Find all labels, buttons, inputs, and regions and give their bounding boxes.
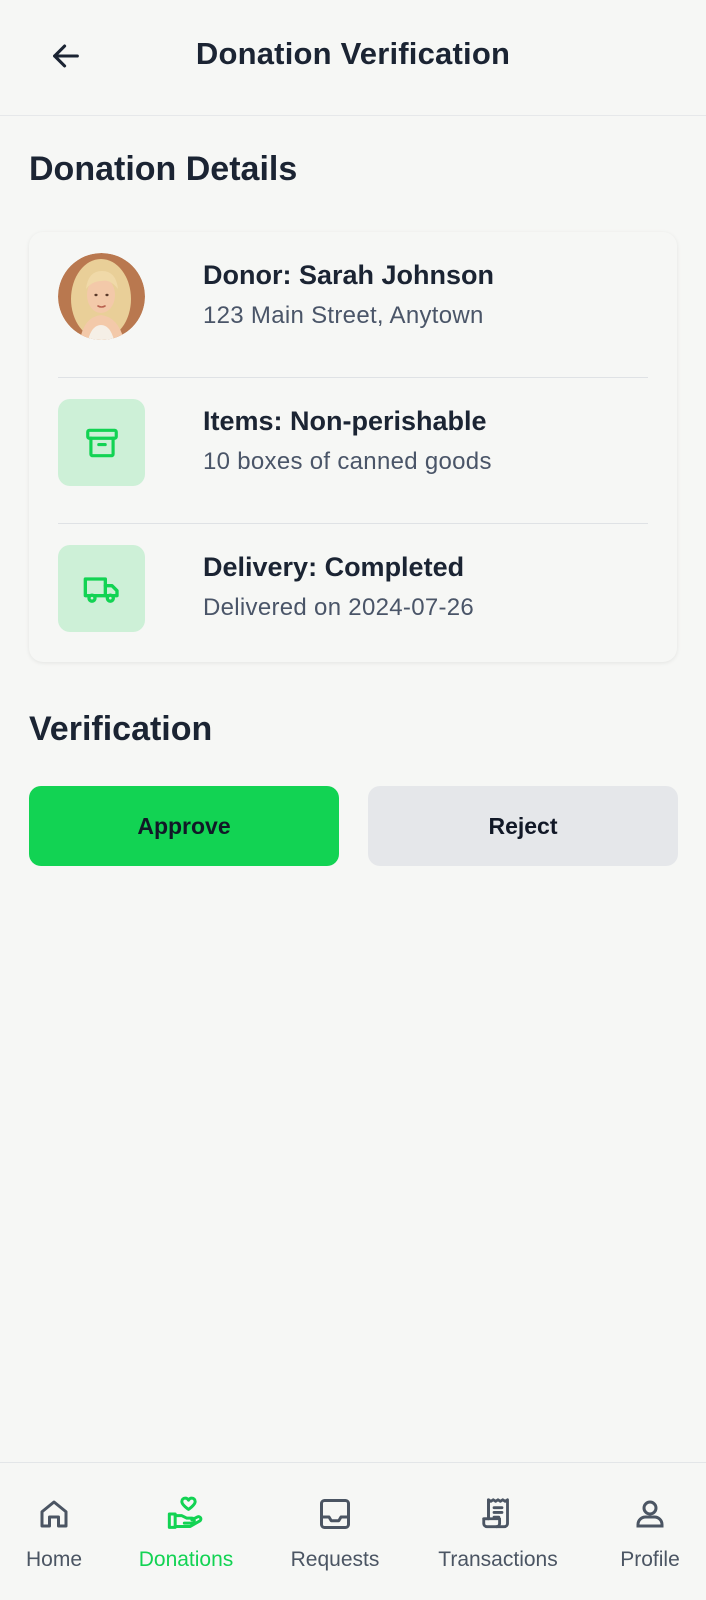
items-title: Items: Non-perishable [203,406,487,436]
items-row: Items: Non-perishable 10 boxes of canned… [58,378,648,524]
nav-item-requests[interactable]: Requests [282,1463,388,1600]
user-icon [636,1500,664,1528]
top-app-bar: Donation Verification [0,0,706,116]
donation-details-card: Donor: Sarah Johnson 123 Main Street, An… [29,232,677,662]
inbox-icon [320,1499,350,1529]
nav-item-transactions[interactable]: Transactions [428,1463,568,1600]
home-icon [40,1500,68,1528]
items-description: 10 boxes of canned goods [203,448,492,475]
delivery-row: Delivery: Completed Delivered on 2024-07… [58,524,648,670]
truck-icon [83,576,119,603]
donation-details-heading: Donation Details [29,150,298,188]
donor-address: 123 Main Street, Anytown [203,302,484,329]
nav-label: Requests [290,1548,380,1571]
delivery-title: Delivery: Completed [203,552,465,582]
bottom-navigation: Home Donations Requests Transactions Pro… [0,1462,706,1600]
nav-label: Transactions [438,1548,558,1571]
nav-item-profile[interactable]: Profile [608,1463,692,1600]
donor-row: Donor: Sarah Johnson 123 Main Street, An… [58,232,648,378]
avatar [58,253,145,340]
nav-label: Profile [620,1548,680,1571]
approve-button[interactable]: Approve [29,786,339,866]
nav-item-donations[interactable]: Donations [126,1463,246,1600]
delivery-date: Delivered on 2024-07-26 [203,594,475,621]
nav-label: Home [25,1548,83,1571]
page-title: Donation Verification [195,36,511,71]
donor-name: Donor: Sarah Johnson [203,260,495,290]
delivery-icon-tile [58,545,145,632]
nav-item-home[interactable]: Home [14,1463,94,1600]
receipt-icon [482,1498,509,1529]
archive-box-icon [85,428,118,457]
app-screen: Donation Verification Donation Details D… [0,0,706,1600]
hand-heart-icon [167,1496,203,1529]
items-icon-tile [58,399,145,486]
verification-heading: Verification [29,710,213,748]
nav-label: Donations [138,1548,234,1571]
reject-button[interactable]: Reject [368,786,678,866]
